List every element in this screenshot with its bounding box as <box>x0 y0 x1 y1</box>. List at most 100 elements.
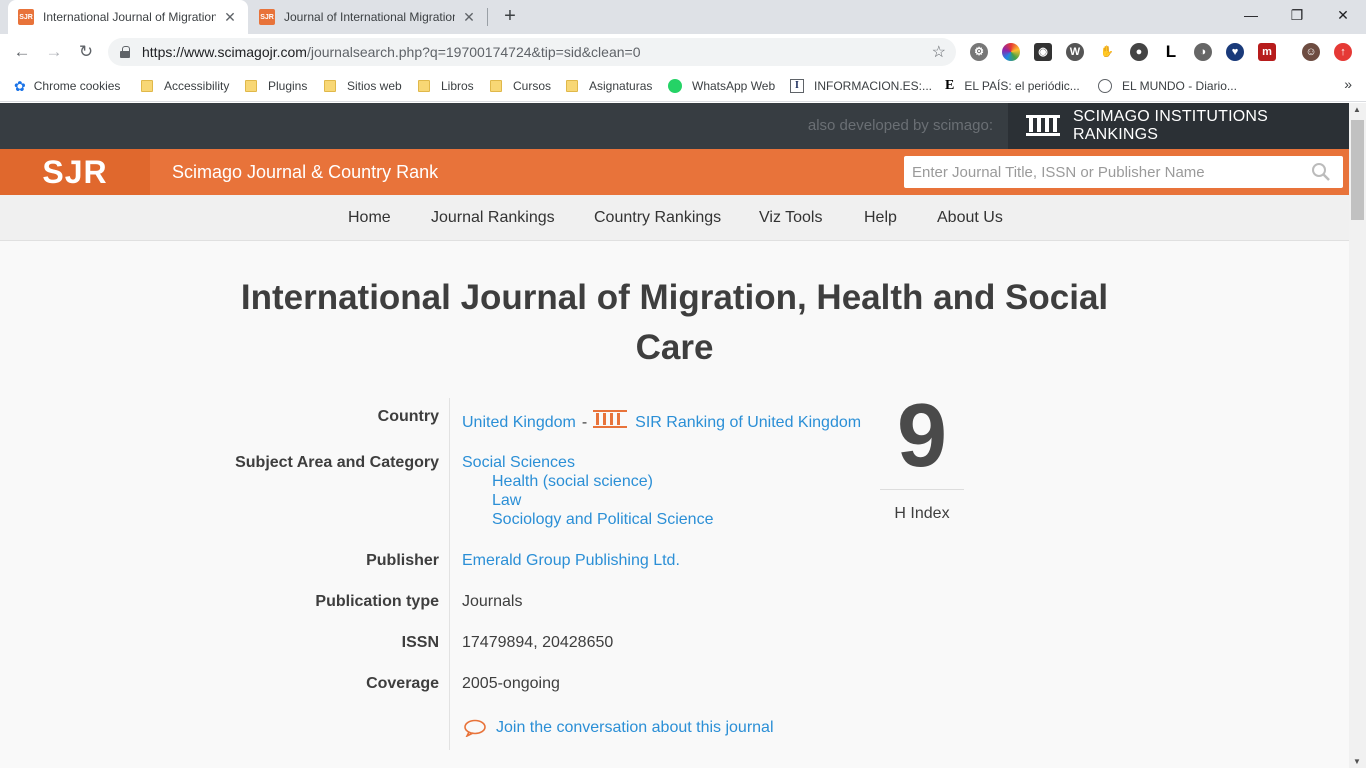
category-link[interactable]: Sociology and Political Science <box>492 511 713 529</box>
url-path: /journalsearch.php?q=19700174724&tip=sid… <box>306 44 641 60</box>
web-page: also developed by scimago: SCIMAGO INSTI… <box>0 103 1349 768</box>
back-button[interactable]: ← <box>10 40 34 64</box>
folder-icon <box>324 80 336 92</box>
join-conversation-text: Join the conversation about this journal <box>496 719 774 736</box>
folder-icon <box>245 80 257 92</box>
issn-value: 17479894, 20428650 <box>462 634 614 651</box>
eye-extension-icon[interactable]: ◑ <box>1194 43 1212 61</box>
nav-home[interactable]: Home <box>348 209 391 227</box>
bookmark-label: WhatsApp Web <box>692 79 776 93</box>
sjr-favicon-icon: SJR <box>259 9 275 25</box>
nav-journal-rankings[interactable]: Journal Rankings <box>431 209 555 227</box>
bookmark-sitios-web[interactable]: Sitios web <box>324 77 402 95</box>
heart-extension-icon[interactable]: ♥ <box>1226 43 1244 61</box>
bookmark-label: Libros <box>441 79 474 93</box>
journal-title: International Journal of Migration, Heal… <box>240 278 1109 367</box>
bookmark-libros[interactable]: Libros <box>418 77 474 95</box>
close-tab-icon[interactable]: ✕ <box>222 9 238 26</box>
sir-rankings-label: SCIMAGO INSTITUTIONS RANKINGS <box>1072 108 1269 143</box>
extension-gear-icon[interactable]: ⚙ <box>970 43 988 61</box>
tab-inactive[interactable]: SJR Journal of International Migration ✕ <box>249 0 487 34</box>
bookmark-label: Asignaturas <box>589 79 653 93</box>
tab-title: Journal of International Migration <box>284 10 455 24</box>
bookmark-label: EL MUNDO - Diario... <box>1122 79 1237 93</box>
update-menu-icon[interactable]: ↑ <box>1334 43 1352 61</box>
mendeley-extension-icon[interactable]: m <box>1258 43 1276 61</box>
bookmark-star-icon[interactable]: ☆ <box>932 42 946 62</box>
restore-button[interactable]: ❐ <box>1274 0 1320 30</box>
url-text: https://www.scimagojr.com/journalsearch.… <box>142 44 640 60</box>
category-link[interactable]: Health (social science) <box>492 473 653 491</box>
bookmark-asignaturas[interactable]: Asignaturas <box>566 77 652 95</box>
bookmark-label: Plugins <box>268 79 308 93</box>
nav-help[interactable]: Help <box>864 209 897 227</box>
url-host: https://www.scimagojr.com <box>142 44 307 60</box>
search-input[interactable] <box>904 156 1304 188</box>
bookmark-accessibility[interactable]: Accessibility <box>141 77 229 95</box>
category-link[interactable]: Law <box>492 492 521 510</box>
subject-area-link[interactable]: Social Sciences <box>462 454 575 472</box>
sir-ranking-link[interactable]: SIR Ranking of United Kingdom <box>635 414 861 431</box>
color-picker-extension-icon[interactable] <box>1002 43 1020 61</box>
window-close-button[interactable]: ✕ <box>1320 0 1366 30</box>
bookmark-label: Sitios web <box>347 79 402 93</box>
address-bar[interactable]: https://www.scimagojr.com/journalsearch.… <box>108 38 956 66</box>
bookmark-whatsapp[interactable]: WhatsApp Web <box>668 77 775 95</box>
nav-about-us[interactable]: About Us <box>937 209 1003 227</box>
sir-columns-icon <box>1026 115 1060 137</box>
bookmark-elmundo[interactable]: EL MUNDO - Diario... <box>1098 77 1237 95</box>
bookmark-plugins[interactable]: Plugins <box>245 77 307 95</box>
sir-ranking-icon <box>593 410 628 430</box>
bookmark-label: EL PAÍS: el periódic... <box>964 79 1080 93</box>
lock-icon <box>120 46 130 58</box>
bookmark-cursos[interactable]: Cursos <box>490 77 551 95</box>
wordpress-extension-icon[interactable]: W <box>1066 43 1084 61</box>
join-conversation-link[interactable]: Join the conversation about this journal <box>464 719 774 737</box>
scimago-top-bar: also developed by scimago: SCIMAGO INSTI… <box>0 103 1349 149</box>
main-nav: Home Journal Rankings Country Rankings V… <box>0 195 1349 241</box>
country-value: United Kingdom - SIR Ranking of United Kin… <box>462 410 861 432</box>
h-index-label: H Index <box>894 505 950 522</box>
site-title[interactable]: Scimago Journal & Country Rank <box>172 162 438 183</box>
sjr-favicon-icon: SJR <box>18 9 34 25</box>
sir-rankings-link[interactable]: SCIMAGO INSTITUTIONS RANKINGS <box>1008 103 1349 149</box>
l-extension-icon[interactable]: L <box>1162 43 1180 61</box>
bookmark-informacion[interactable]: I INFORMACION.ES:... <box>790 77 932 95</box>
also-developed-text: also developed by scimago: <box>807 117 993 134</box>
bookmark-label: Cursos <box>513 79 552 93</box>
bookmark-chrome-cookies[interactable]: ✿ Chrome cookies <box>14 77 120 95</box>
minimize-button[interactable]: — <box>1228 0 1274 30</box>
close-tab-icon[interactable]: ✕ <box>461 9 477 26</box>
search-icon[interactable] <box>1311 162 1331 182</box>
publisher-link[interactable]: Emerald Group Publishing Ltd. <box>462 552 680 570</box>
nav-viz-tools[interactable]: Viz Tools <box>759 209 822 227</box>
globe-icon <box>1098 79 1112 93</box>
nav-country-rankings[interactable]: Country Rankings <box>594 209 721 227</box>
h-index-value: 9 <box>896 386 948 486</box>
bookmark-elpais[interactable]: E EL PAÍS: el periódic... <box>945 77 1080 95</box>
bookmarks-overflow-icon[interactable]: » <box>1344 76 1352 92</box>
sjr-logo[interactable]: SJR <box>0 149 150 195</box>
bookmark-label: Accessibility <box>164 79 230 93</box>
hand-extension-icon[interactable]: ✋ <box>1098 43 1116 61</box>
profile-avatar[interactable]: ☺ <box>1302 43 1320 61</box>
scroll-up-icon[interactable]: ▲ <box>1353 105 1361 114</box>
country-label: Country <box>377 408 439 425</box>
tab-title: International Journal of Migration <box>43 10 216 24</box>
country-separator: - <box>581 414 588 431</box>
tab-separator <box>487 8 488 26</box>
reload-button[interactable]: ↻ <box>74 40 98 64</box>
people-extension-icon[interactable]: ● <box>1130 43 1148 61</box>
scroll-down-icon[interactable]: ▼ <box>1353 757 1361 766</box>
forward-button[interactable]: → <box>42 40 66 64</box>
bookmarks-bar: ✿ Chrome cookies Accessibility Plugins Si… <box>0 70 1366 102</box>
tab-active[interactable]: SJR International Journal of Migration ✕ <box>8 0 248 34</box>
divider <box>449 398 450 750</box>
new-tab-button[interactable]: + <box>498 4 522 28</box>
page-scrollbar[interactable]: ▲ ▼ <box>1349 103 1366 768</box>
scroll-thumb[interactable] <box>1351 120 1364 220</box>
camera-extension-icon[interactable]: ◉ <box>1034 43 1052 61</box>
country-link[interactable]: United Kingdom <box>462 414 576 431</box>
issn-label: ISSN <box>401 634 439 651</box>
speech-bubble-icon <box>464 719 486 737</box>
